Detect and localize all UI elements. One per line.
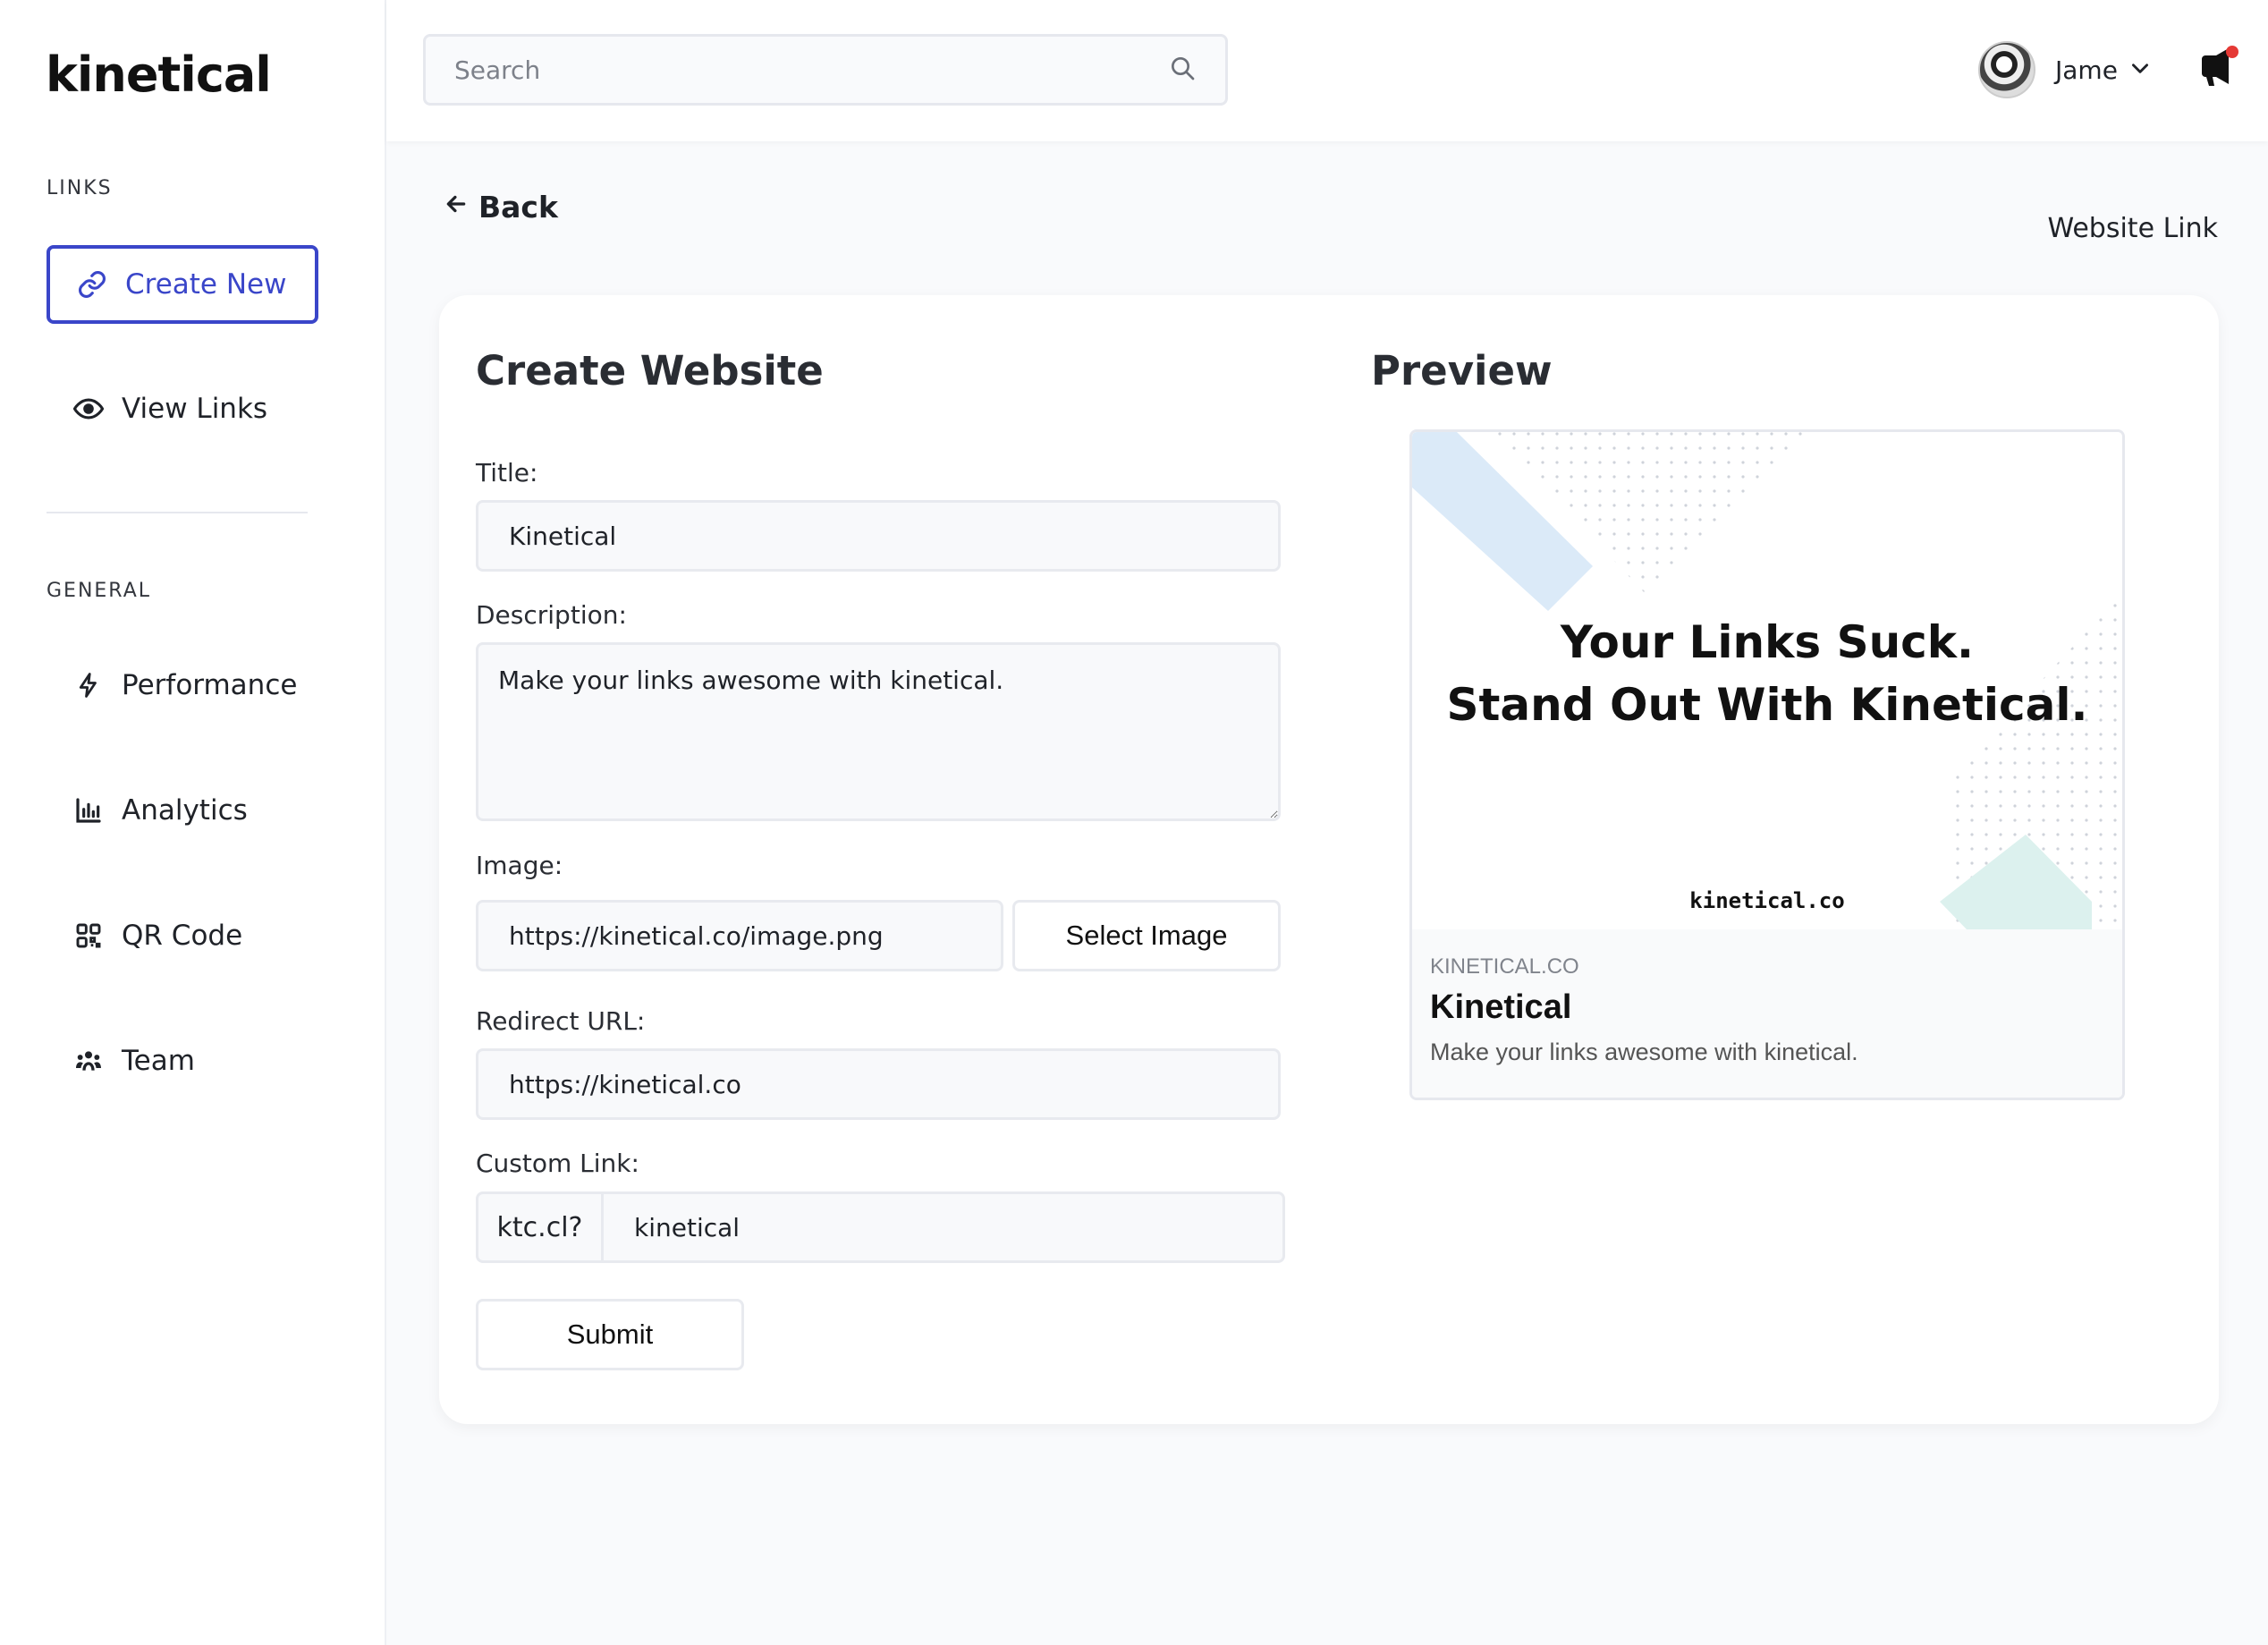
link-type-label: Website Link <box>2047 213 2218 244</box>
sidebar: kinetical LINKS Create New View Links GE… <box>0 0 386 1645</box>
user-name: Jame <box>2055 55 2118 85</box>
create-new-button[interactable]: Create New <box>47 245 318 324</box>
description-label: Description: <box>476 600 627 630</box>
custom-link-prefix: ktc.cl? <box>476 1191 601 1263</box>
create-website-card: Create Website Title: Description: Make … <box>439 295 2219 1424</box>
title-input[interactable] <box>476 500 1281 572</box>
custom-link-label: Custom Link: <box>476 1149 639 1178</box>
sidebar-item-qr-code[interactable]: QR Code <box>47 898 318 973</box>
notification-icon[interactable] <box>2196 45 2239 91</box>
top-bar: Jame <box>386 0 2268 141</box>
create-new-label: Create New <box>125 268 287 301</box>
search-input[interactable] <box>454 55 1168 85</box>
section-label-general: GENERAL <box>47 580 152 602</box>
sidebar-item-label: QR Code <box>122 920 243 952</box>
preview-title: Kinetical <box>1430 988 1572 1026</box>
link-icon <box>77 269 107 300</box>
sidebar-item-analytics[interactable]: Analytics <box>47 773 318 848</box>
sidebar-item-label: Team <box>122 1045 195 1077</box>
custom-link-input[interactable] <box>601 1191 1285 1263</box>
preview-meta: KINETICAL.CO Kinetical Make your links a… <box>1412 929 2122 1098</box>
preview-headline-line1: Your Links Suck. <box>1560 616 1975 668</box>
qr-code-icon <box>73 920 104 951</box>
redirect-url-label: Redirect URL: <box>476 1006 646 1036</box>
preview-domain: KINETICAL.CO <box>1430 954 1579 979</box>
logo[interactable]: kinetical <box>46 47 272 103</box>
arrow-left-icon <box>444 191 468 223</box>
image-url-input[interactable] <box>476 900 1003 971</box>
sidebar-divider <box>47 512 308 513</box>
user-menu[interactable]: Jame <box>1978 38 2152 102</box>
description-textarea[interactable]: Make your links awesome with kinetical. <box>476 642 1281 821</box>
chevron-down-icon[interactable] <box>2128 56 2152 83</box>
bar-chart-icon <box>73 795 104 826</box>
form-heading: Create Website <box>476 347 824 394</box>
avatar[interactable] <box>1978 41 2035 98</box>
select-image-button[interactable]: Select Image <box>1012 900 1281 971</box>
sidebar-item-label: Analytics <box>122 794 248 827</box>
preview-description: Make your links awesome with kinetical. <box>1430 1039 1858 1065</box>
search-icon[interactable] <box>1168 54 1197 86</box>
sidebar-item-label: Performance <box>122 669 298 701</box>
back-button[interactable]: Back <box>444 190 558 225</box>
back-label: Back <box>478 190 558 225</box>
preview-heading: Preview <box>1371 347 1553 394</box>
section-label-links: LINKS <box>47 177 113 199</box>
preview-headline: Your Links Suck. Stand Out With Kinetica… <box>1412 611 2122 736</box>
search-box[interactable] <box>423 34 1228 106</box>
sidebar-item-view-links[interactable]: View Links <box>47 371 318 446</box>
bolt-icon <box>73 670 104 700</box>
redirect-url-input[interactable] <box>476 1048 1281 1120</box>
title-label: Title: <box>476 458 538 488</box>
submit-button[interactable]: Submit <box>476 1299 744 1370</box>
view-links-label: View Links <box>122 393 268 425</box>
preview-headline-line2: Stand Out With Kinetical. <box>1446 679 2088 731</box>
sidebar-item-performance[interactable]: Performance <box>47 648 318 723</box>
team-icon <box>73 1046 104 1076</box>
image-label: Image: <box>476 851 563 880</box>
eye-icon <box>73 394 104 424</box>
preview-image: Your Links Suck. Stand Out With Kinetica… <box>1412 432 2122 929</box>
sidebar-item-team[interactable]: Team <box>47 1023 318 1098</box>
preview-image-url: kinetical.co <box>1689 888 1845 913</box>
link-preview-card[interactable]: Your Links Suck. Stand Out With Kinetica… <box>1409 429 2125 1100</box>
